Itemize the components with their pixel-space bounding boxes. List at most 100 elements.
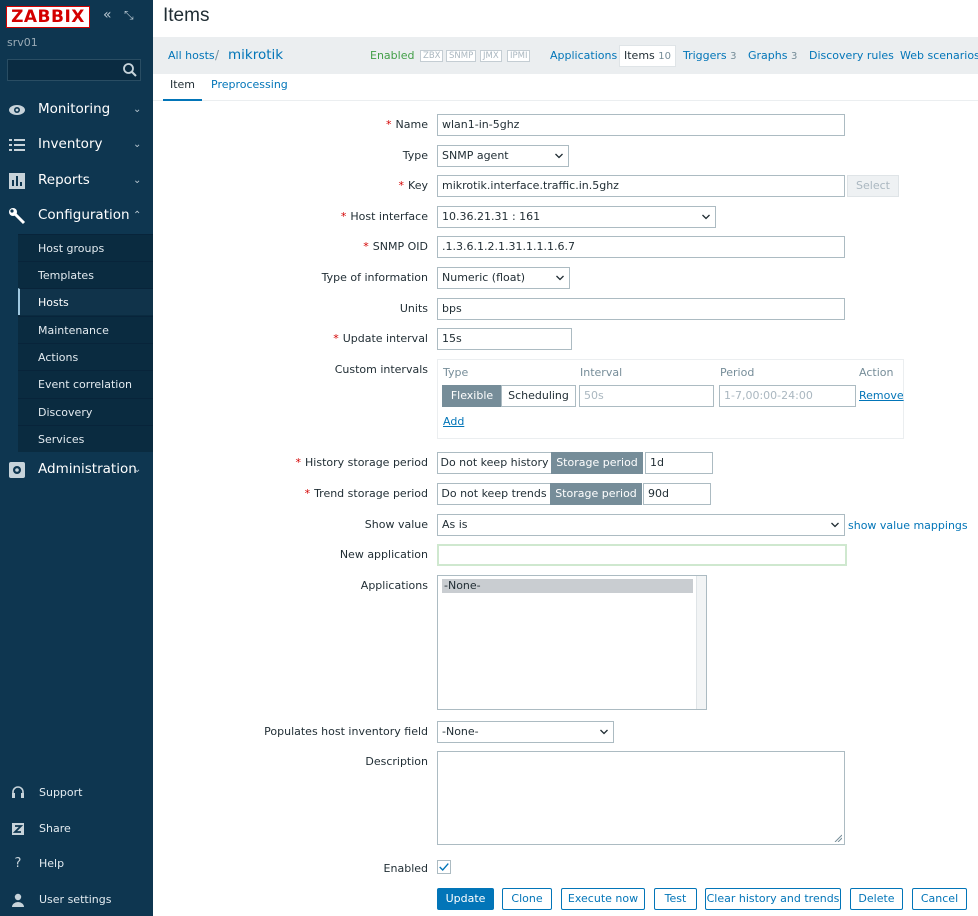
nav-items[interactable]: Items 10 <box>619 45 677 67</box>
new-application-label: New application <box>339 548 428 561</box>
type-of-information-label: Type of information <box>321 271 428 284</box>
nav-graphs[interactable]: Graphs 3 <box>748 37 797 75</box>
trend-storage-input[interactable]: 90d <box>643 483 711 505</box>
applications-scrollbar[interactable] <box>696 576 706 709</box>
history-storage-input[interactable]: 1d <box>645 452 713 474</box>
host-interface-select[interactable]: 10.36.21.31 : 161 <box>437 206 716 228</box>
server-name: srv01 <box>7 36 38 49</box>
new-application-input[interactable] <box>437 544 847 566</box>
kiosk-mode-icon[interactable]: ⤡ <box>124 8 134 22</box>
host-navigation-bar: All hosts / mikrotik Enabled ZBX SNMP JM… <box>153 37 978 74</box>
sidebar-search-input[interactable] <box>7 59 141 81</box>
description-textarea[interactable] <box>437 751 845 845</box>
type-select-value: SNMP agent <box>442 149 509 162</box>
trends-do-not-keep-button[interactable]: Do not keep trends <box>437 483 551 505</box>
availability-ipmi: IPMI <box>507 50 531 62</box>
ci-header-period: Period <box>720 366 755 379</box>
chevron-down-icon <box>556 275 564 281</box>
host-interface-label: * Host interface <box>340 210 428 223</box>
inventory-field-value: -None- <box>442 725 479 738</box>
ci-header-action: Action <box>859 366 894 379</box>
clear-history-trends-button[interactable]: Clear history and trends <box>705 888 841 910</box>
type-label: Type <box>402 149 428 162</box>
name-input[interactable]: wlan1-in-5ghz <box>437 114 845 136</box>
execute-now-button[interactable]: Execute now <box>561 888 645 910</box>
enabled-checkbox[interactable] <box>437 860 451 874</box>
inventory-field-select[interactable]: -None- <box>437 721 614 743</box>
trend-storage-label: * Trend storage period <box>304 487 428 500</box>
key-label: * Key <box>398 179 428 192</box>
type-of-information-value: Numeric (float) <box>442 271 526 284</box>
collapse-sidebar-icon[interactable]: « <box>103 8 112 22</box>
availability-snmp: SNMP <box>446 50 477 62</box>
ci-scheduling-button[interactable]: Scheduling <box>501 385 576 407</box>
headset-icon <box>12 786 24 798</box>
nav-graphs-label: Graphs <box>748 49 788 62</box>
breadcrumb-all-hosts[interactable]: All hosts <box>168 37 215 74</box>
nav-discovery-rules[interactable]: Discovery rules <box>809 37 894 74</box>
nav-triggers-label: Triggers <box>683 49 727 62</box>
nav-triggers[interactable]: Triggers 3 <box>683 37 737 75</box>
ci-header-interval: Interval <box>580 366 623 379</box>
applications-label: Applications <box>360 579 428 592</box>
units-label: Units <box>399 302 428 315</box>
show-value-label: Show value <box>364 518 428 531</box>
share-link[interactable]: Share <box>0 817 153 841</box>
update-button[interactable]: Update <box>437 888 494 910</box>
support-label: Support <box>39 786 83 799</box>
show-value-mappings-link[interactable]: show value mappings <box>848 519 968 532</box>
history-storage-label: * History storage period <box>295 456 428 469</box>
clone-button[interactable]: Clone <box>502 888 552 910</box>
applications-listbox[interactable]: -None- <box>437 575 707 710</box>
cancel-button[interactable]: Cancel <box>912 888 967 910</box>
page-title: Items <box>163 5 210 26</box>
zabbix-logo[interactable]: ZABBIX <box>6 6 90 28</box>
eye-icon <box>9 105 25 115</box>
search-icon[interactable] <box>122 62 138 78</box>
snmp-oid-input[interactable]: .1.3.6.1.2.1.31.1.1.1.6.7 <box>437 236 845 258</box>
delete-button[interactable]: Delete <box>850 888 903 910</box>
form-tabs: Item Preprocessing <box>153 74 978 101</box>
ci-period-input[interactable]: 1-7,00:00-24:00 <box>719 385 856 407</box>
enabled-label: Enabled <box>383 862 428 875</box>
nav-web-scenarios[interactable]: Web scenarios <box>900 37 978 74</box>
chevron-down-icon <box>831 522 839 528</box>
show-value-select[interactable]: As is <box>437 514 845 536</box>
user-icon <box>12 893 24 907</box>
chevron-down-icon <box>555 153 563 159</box>
checkmark-icon <box>439 863 449 872</box>
host-status-enabled[interactable]: Enabled <box>370 37 414 74</box>
submenu-discovery[interactable]: Discovery <box>18 398 153 425</box>
type-of-information-select[interactable]: Numeric (float) <box>437 267 570 289</box>
user-settings-link[interactable]: User settings <box>0 888 153 912</box>
ci-add-link[interactable]: Add <box>443 415 464 428</box>
nav-applications[interactable]: Applications <box>550 37 617 74</box>
ci-flexible-button[interactable]: Flexible <box>442 385 502 407</box>
availability-jmx: JMX <box>480 50 502 62</box>
type-select[interactable]: SNMP agent <box>437 145 569 167</box>
update-interval-input[interactable]: 15s <box>437 328 572 350</box>
nav-items-count: 10 <box>658 51 672 62</box>
ci-remove-link[interactable]: Remove <box>859 389 904 402</box>
test-button[interactable]: Test <box>654 888 697 910</box>
description-label: Description <box>365 755 428 768</box>
history-do-not-keep-button[interactable]: Do not keep history <box>437 452 552 474</box>
show-value-selected: As is <box>442 518 468 531</box>
ci-interval-input[interactable]: 50s <box>579 385 714 407</box>
applications-option-none[interactable]: -None- <box>442 579 693 593</box>
submenu-services[interactable]: Services <box>18 425 153 452</box>
breadcrumb-host[interactable]: mikrotik <box>228 37 283 74</box>
name-label: * Name <box>386 118 428 131</box>
key-input[interactable]: mikrotik.interface.traffic.in.5ghz <box>437 175 845 197</box>
nav-triggers-count: 3 <box>730 51 737 62</box>
units-input[interactable]: bps <box>437 298 845 320</box>
trends-storage-period-button[interactable]: Storage period <box>550 483 642 505</box>
support-link[interactable]: Support <box>0 781 153 805</box>
key-select-button[interactable]: Select <box>847 175 899 197</box>
tab-item[interactable]: Item <box>163 74 202 101</box>
history-storage-period-button[interactable]: Storage period <box>551 452 643 474</box>
tab-preprocessing[interactable]: Preprocessing <box>211 74 288 101</box>
resize-grip-icon[interactable] <box>834 834 842 842</box>
inventory-field-label: Populates host inventory field <box>264 725 428 738</box>
update-interval-label: * Update interval <box>333 332 428 345</box>
